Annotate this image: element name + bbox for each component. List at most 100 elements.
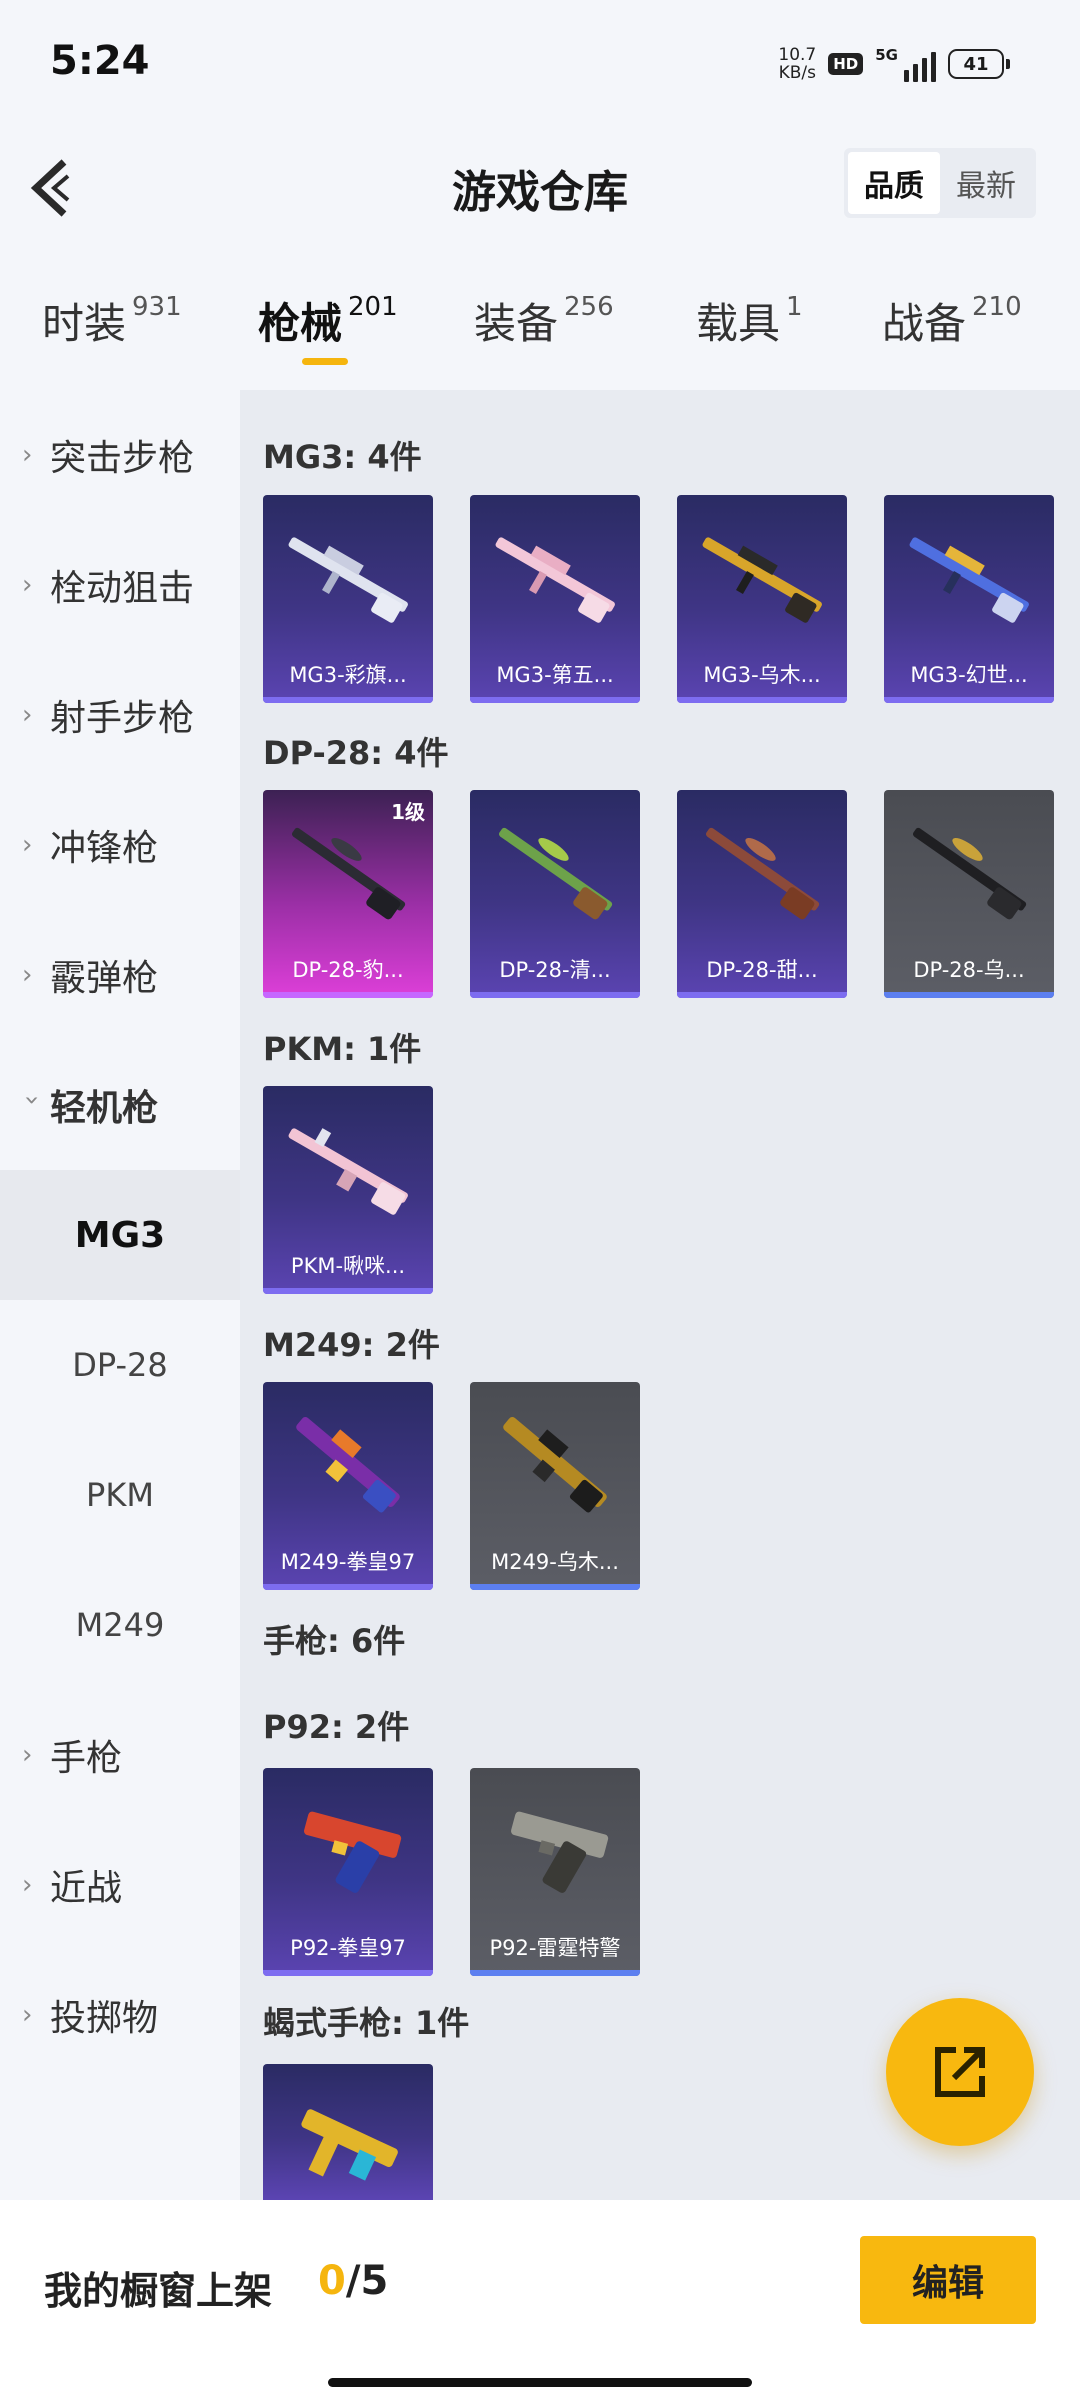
rarity-stripe xyxy=(263,992,433,998)
sidebar-subitem-m249[interactable]: M249 xyxy=(0,1560,240,1690)
net-speed: 10.7 KB/s xyxy=(778,46,816,82)
tab-vehicles[interactable]: 载具 1 xyxy=(696,290,803,351)
rarity-stripe xyxy=(263,1288,433,1294)
edit-button[interactable]: 编辑 xyxy=(860,2236,1036,2324)
tab-label: 时装 xyxy=(42,299,127,348)
tab-label: 枪械 xyxy=(258,299,343,348)
showcase-count: 0/5 xyxy=(318,2258,388,2304)
item-card[interactable]: DP-28-甜... xyxy=(677,790,847,998)
bottom-bar: 我的橱窗上架 0/5 编辑 xyxy=(0,2200,1080,2400)
sidebar-item-assault-rifle[interactable]: › 突击步枪 xyxy=(0,390,240,520)
chevron-right-icon: › xyxy=(22,1740,33,1770)
item-card[interactable]: PKM-啾咪... xyxy=(263,1086,433,1294)
group-title-scorpion: 蝎式手枪: 1件 xyxy=(263,2004,470,2042)
sidebar-item-label: 霰弹枪 xyxy=(50,958,159,999)
battery-icon: 41 xyxy=(948,49,1010,79)
tab-fashion[interactable]: 时装 931 xyxy=(42,290,182,351)
item-grid: MG3: 4件 MG3-彩旗... MG3-第五... MG3-乌木... MG… xyxy=(240,390,1080,2200)
chevron-down-icon: › xyxy=(17,1095,47,1106)
group-title-pistol: 手枪: 6件 xyxy=(263,1622,406,1660)
item-card[interactable]: MG3-幻世... xyxy=(884,495,1054,703)
tab-count: 1 xyxy=(786,292,803,322)
sidebar-item-label: 投掷物 xyxy=(50,1998,159,2039)
sort-newest-button[interactable]: 最新 xyxy=(940,152,1032,214)
status-bar: 5:24 10.7 KB/s HD 5G 41 xyxy=(0,0,1080,128)
item-card[interactable]: MG3-第五... xyxy=(470,495,640,703)
chevron-right-icon: › xyxy=(22,830,33,860)
sidebar-item-lmg[interactable]: › 轻机枪 xyxy=(0,1040,240,1170)
pistol-skin-icon xyxy=(304,1811,402,1893)
sidebar-item-label: 近战 xyxy=(50,1868,123,1909)
item-caption: M249-拳皇97 xyxy=(280,1550,416,1574)
item-caption: DP-28-豹... xyxy=(292,958,404,982)
showcase-total: /5 xyxy=(345,2258,389,2304)
item-card[interactable]: MG3-乌木... xyxy=(677,495,847,703)
hd-icon: HD xyxy=(828,53,864,75)
share-icon xyxy=(935,2047,985,2097)
item-card[interactable]: P92-雷霆特警 xyxy=(470,1768,640,1976)
tab-supplies[interactable]: 战备 210 xyxy=(882,290,1022,351)
tab-count: 210 xyxy=(972,292,1022,322)
item-card[interactable]: DP-28-乌... xyxy=(884,790,1054,998)
rarity-stripe xyxy=(470,1970,640,1976)
item-card[interactable]: DP-28-清... xyxy=(470,790,640,998)
lmg-skin-icon xyxy=(503,1417,607,1513)
item-caption: DP-28-清... xyxy=(499,958,611,982)
sidebar-item-label: 轻机枪 xyxy=(50,1088,159,1129)
lmg-skin-icon xyxy=(495,537,615,623)
chevron-right-icon: › xyxy=(22,570,33,600)
sidebar-item-marksman-rifle[interactable]: › 射手步枪 xyxy=(0,650,240,780)
sidebar-item-label: 射手步枪 xyxy=(50,698,195,739)
category-tabs: 时装 931 枪械 201 装备 256 载具 1 战备 210 xyxy=(0,270,1080,380)
sidebar-subitem-dp28[interactable]: DP-28 xyxy=(0,1300,240,1430)
sort-quality-button[interactable]: 品质 xyxy=(848,152,940,214)
lmg-skin-icon xyxy=(296,1417,400,1513)
back-button[interactable] xyxy=(24,154,84,222)
tab-firearms[interactable]: 枪械 201 xyxy=(258,290,398,351)
status-icons: 10.7 KB/s HD 5G 41 xyxy=(778,40,1010,88)
item-card[interactable]: M249-拳皇97 xyxy=(263,1382,433,1590)
tab-count: 256 xyxy=(564,292,614,322)
sidebar-item-pistol[interactable]: › 手枪 xyxy=(0,1690,240,1820)
item-card[interactable]: M249-乌木... xyxy=(470,1382,640,1590)
battery-level: 41 xyxy=(948,49,1004,79)
lmg-skin-icon xyxy=(292,827,406,920)
tab-label: 载具 xyxy=(696,299,781,348)
rarity-stripe xyxy=(884,697,1054,703)
sidebar-item-shotgun[interactable]: › 霰弹枪 xyxy=(0,910,240,1040)
tab-count: 201 xyxy=(348,292,398,322)
header: 游戏仓库 品质 最新 xyxy=(0,128,1080,252)
tab-equipment[interactable]: 装备 256 xyxy=(474,290,614,351)
item-card[interactable]: 1级 DP-28-豹... xyxy=(263,790,433,998)
item-card[interactable]: P92-拳皇97 xyxy=(263,1768,433,1976)
sidebar-item-smg[interactable]: › 冲锋枪 xyxy=(0,780,240,910)
home-indicator[interactable] xyxy=(328,2378,752,2387)
sidebar-item-label: 栓动狙击 xyxy=(50,568,195,609)
net-speed-value: 10.7 xyxy=(778,45,817,65)
showcase-label: 我的橱窗上架 xyxy=(44,2269,273,2313)
item-card[interactable]: MG3-彩旗... xyxy=(263,495,433,703)
pistol-skin-icon xyxy=(301,2109,398,2181)
lmg-skin-icon xyxy=(913,827,1027,920)
item-card[interactable] xyxy=(263,2064,433,2200)
sidebar-item-bolt-sniper[interactable]: › 栓动狙击 xyxy=(0,520,240,650)
rarity-stripe xyxy=(470,992,640,998)
tab-label: 装备 xyxy=(474,299,559,348)
share-fab[interactable] xyxy=(886,1998,1034,2146)
sidebar-item-melee[interactable]: › 近战 xyxy=(0,1820,240,1950)
item-caption: MG3-彩旗... xyxy=(289,663,407,687)
sidebar-subitem-mg3[interactable]: MG3 xyxy=(0,1170,240,1300)
chevron-right-icon: › xyxy=(22,960,33,990)
lmg-skin-icon xyxy=(702,537,822,623)
sort-toggle: 品质 最新 xyxy=(844,148,1036,218)
group-title-m249: M249: 2件 xyxy=(263,1326,440,1364)
sidebar-item-throwables[interactable]: › 投掷物 xyxy=(0,1950,240,2080)
rarity-stripe xyxy=(677,697,847,703)
item-caption: M249-乌木... xyxy=(491,1550,619,1574)
rarity-stripe xyxy=(263,1584,433,1590)
item-caption: MG3-幻世... xyxy=(910,663,1028,687)
sidebar-subitem-pkm[interactable]: PKM xyxy=(0,1430,240,1560)
lmg-skin-icon xyxy=(706,827,820,920)
rarity-stripe xyxy=(470,697,640,703)
lmg-skin-icon xyxy=(499,827,613,920)
